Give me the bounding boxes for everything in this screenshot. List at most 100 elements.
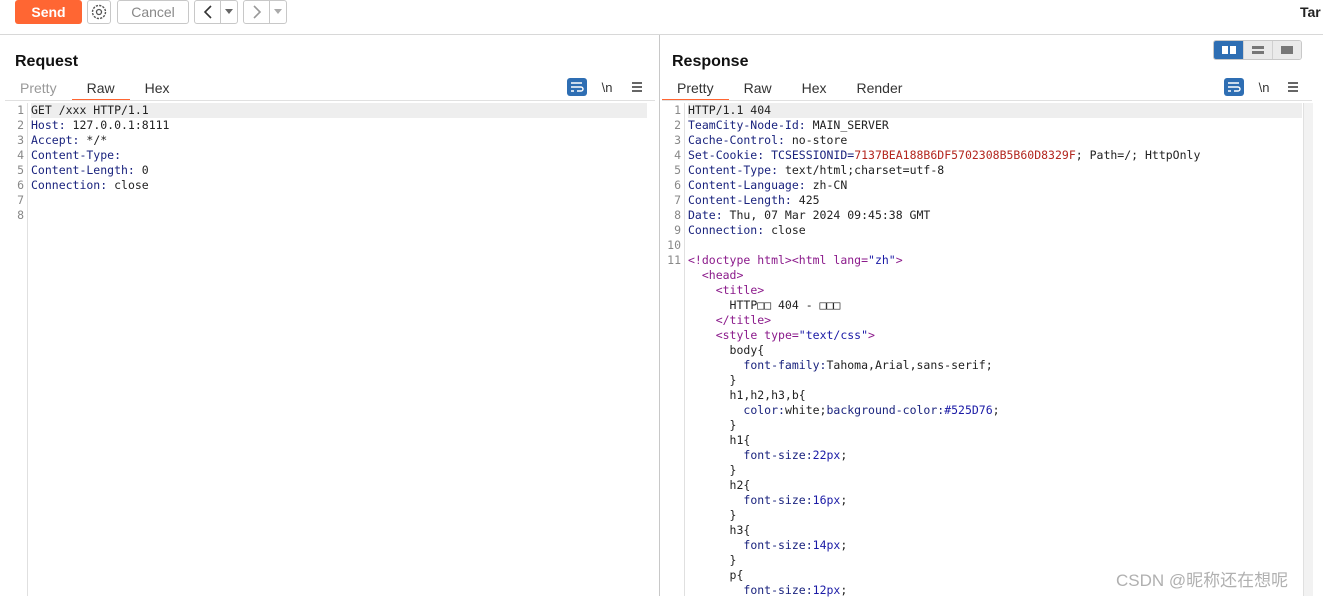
response-line: <head> [688,268,1302,283]
response-title: Response [672,53,748,71]
css-line: font-family:Tahoma,Arial,sans-serif; [688,358,1302,373]
line-number: 7 [662,193,684,208]
settings-gear-button[interactable] [87,0,111,24]
header-key: Cache-Control: [688,133,785,147]
css-token: color: [743,403,785,417]
html-doctype: <!doctype html> [688,253,792,267]
line-number: 6 [10,178,27,193]
html-tag: <head> [702,268,744,282]
forward-nav-group [243,0,287,24]
request-line: Content-Length: 0 [31,163,647,178]
response-line: <title> [688,283,1302,298]
css-token: font-size: [743,448,812,462]
request-newline-toggle[interactable]: \n [599,78,615,96]
line-number: 1 [10,103,27,118]
css-token: } [730,418,737,432]
header-key: Date: [688,208,723,222]
watermark: CSDN @昵称还在想呢 [1116,566,1288,591]
header-key: Content-Length: [31,163,135,177]
request-tab-underline [5,100,655,101]
gear-icon [90,3,108,21]
response-tab-render[interactable]: Render [842,79,918,101]
cancel-button[interactable]: Cancel [117,0,189,24]
response-tab-pretty[interactable]: Pretty [662,79,729,101]
request-line: Accept: */* [31,133,647,148]
css-token: 22px [813,448,841,462]
response-menu-button[interactable] [1286,78,1300,96]
header-value: 127.0.0.1:8111 [66,118,170,132]
header-value: */* [79,133,107,147]
request-line-numbers: 12345678 [10,103,28,596]
back-history-dropdown[interactable] [221,1,237,23]
css-token: ; [840,493,847,507]
css-token: 14px [813,538,841,552]
html-attr-value: "text/css" [799,328,868,342]
html-tag-close: > [868,328,875,342]
line-number: 9 [662,223,684,238]
css-token: ; [840,538,847,552]
response-wrap-toggle[interactable] [1224,78,1244,96]
response-line [688,238,1302,253]
request-menu-button[interactable] [630,78,644,96]
css-token: ; [840,583,847,597]
response-line: Date: Thu, 07 Mar 2024 09:45:38 GMT [688,208,1302,223]
layout-side-by-side-button[interactable] [1214,41,1243,59]
css-token: #525D76 [944,403,992,417]
panel-divider[interactable] [659,35,660,596]
css-token: h1,h2,h3,b{ [730,388,806,402]
line-number: 4 [662,148,684,163]
line-number: 5 [10,163,27,178]
rows-icon [1251,45,1265,55]
status-line: HTTP/1.1 404 [688,103,771,117]
forward-history-dropdown[interactable] [270,1,286,23]
css-line: color:white;background-color:#525D76; [688,403,1302,418]
css-token: font-size: [743,538,812,552]
cookie-name: TCSESSIONID= [764,148,854,162]
response-newline-toggle[interactable]: \n [1256,78,1272,96]
header-key: Content-Length: [688,193,792,207]
cookie-value: 7137BEA188B6DF5702308B5B60D8329F [854,148,1076,162]
forward-button[interactable] [244,1,270,23]
request-tabs: Pretty Raw Hex [5,79,185,101]
css-line: h1{ [688,433,1302,448]
response-scrollbar[interactable] [1303,103,1313,596]
request-tab-raw[interactable]: Raw [72,79,130,101]
layout-single-button[interactable] [1272,41,1301,59]
header-value: close [107,178,149,192]
layout-top-bottom-button[interactable] [1243,41,1272,59]
html-attr-value: "zh" [868,253,896,267]
css-line: } [688,373,1302,388]
line-number: 3 [662,133,684,148]
line-number: 8 [10,208,27,223]
css-token: font-size: [743,493,812,507]
line-number: 7 [10,193,27,208]
css-token: } [730,553,737,567]
css-line: font-size:22px; [688,448,1302,463]
request-wrap-toggle[interactable] [567,78,587,96]
response-tab-underline [662,100,1312,101]
request-line [31,208,647,223]
back-button[interactable] [195,1,221,23]
request-tab-pretty[interactable]: Pretty [5,79,72,101]
request-editor[interactable]: 12345678 GET /xxx HTTP/1.1Host: 127.0.0.… [10,103,648,596]
request-lines: GET /xxx HTTP/1.1Host: 127.0.0.1:8111Acc… [31,103,647,223]
html-text: HTTP□□ 404 - □□□ [730,298,841,312]
request-line: Content-Type: [31,148,647,163]
css-token: ; [993,403,1000,417]
response-tab-raw[interactable]: Raw [729,79,787,101]
css-token: } [730,508,737,522]
css-block: body{ font-family:Tahoma,Arial,sans-seri… [688,343,1302,598]
header-value: text/html;charset=utf-8 [778,163,944,177]
send-button[interactable]: Send [15,0,82,24]
word-wrap-icon [567,78,587,96]
css-token: ; [840,448,847,462]
target-label: Tar [1300,4,1321,20]
request-line: GET /xxx HTTP/1.1 [31,103,647,118]
request-line: Connection: close [31,178,647,193]
response-editor[interactable]: 1 2 3 4 5 6 7 8 9 10 11 HTTP/1.1 404 Tea… [662,103,1302,596]
css-token: font-size: [743,583,812,597]
line-number: 3 [10,133,27,148]
hamburger-icon [631,81,643,93]
response-tab-hex[interactable]: Hex [787,79,842,101]
request-tab-hex[interactable]: Hex [130,79,185,101]
